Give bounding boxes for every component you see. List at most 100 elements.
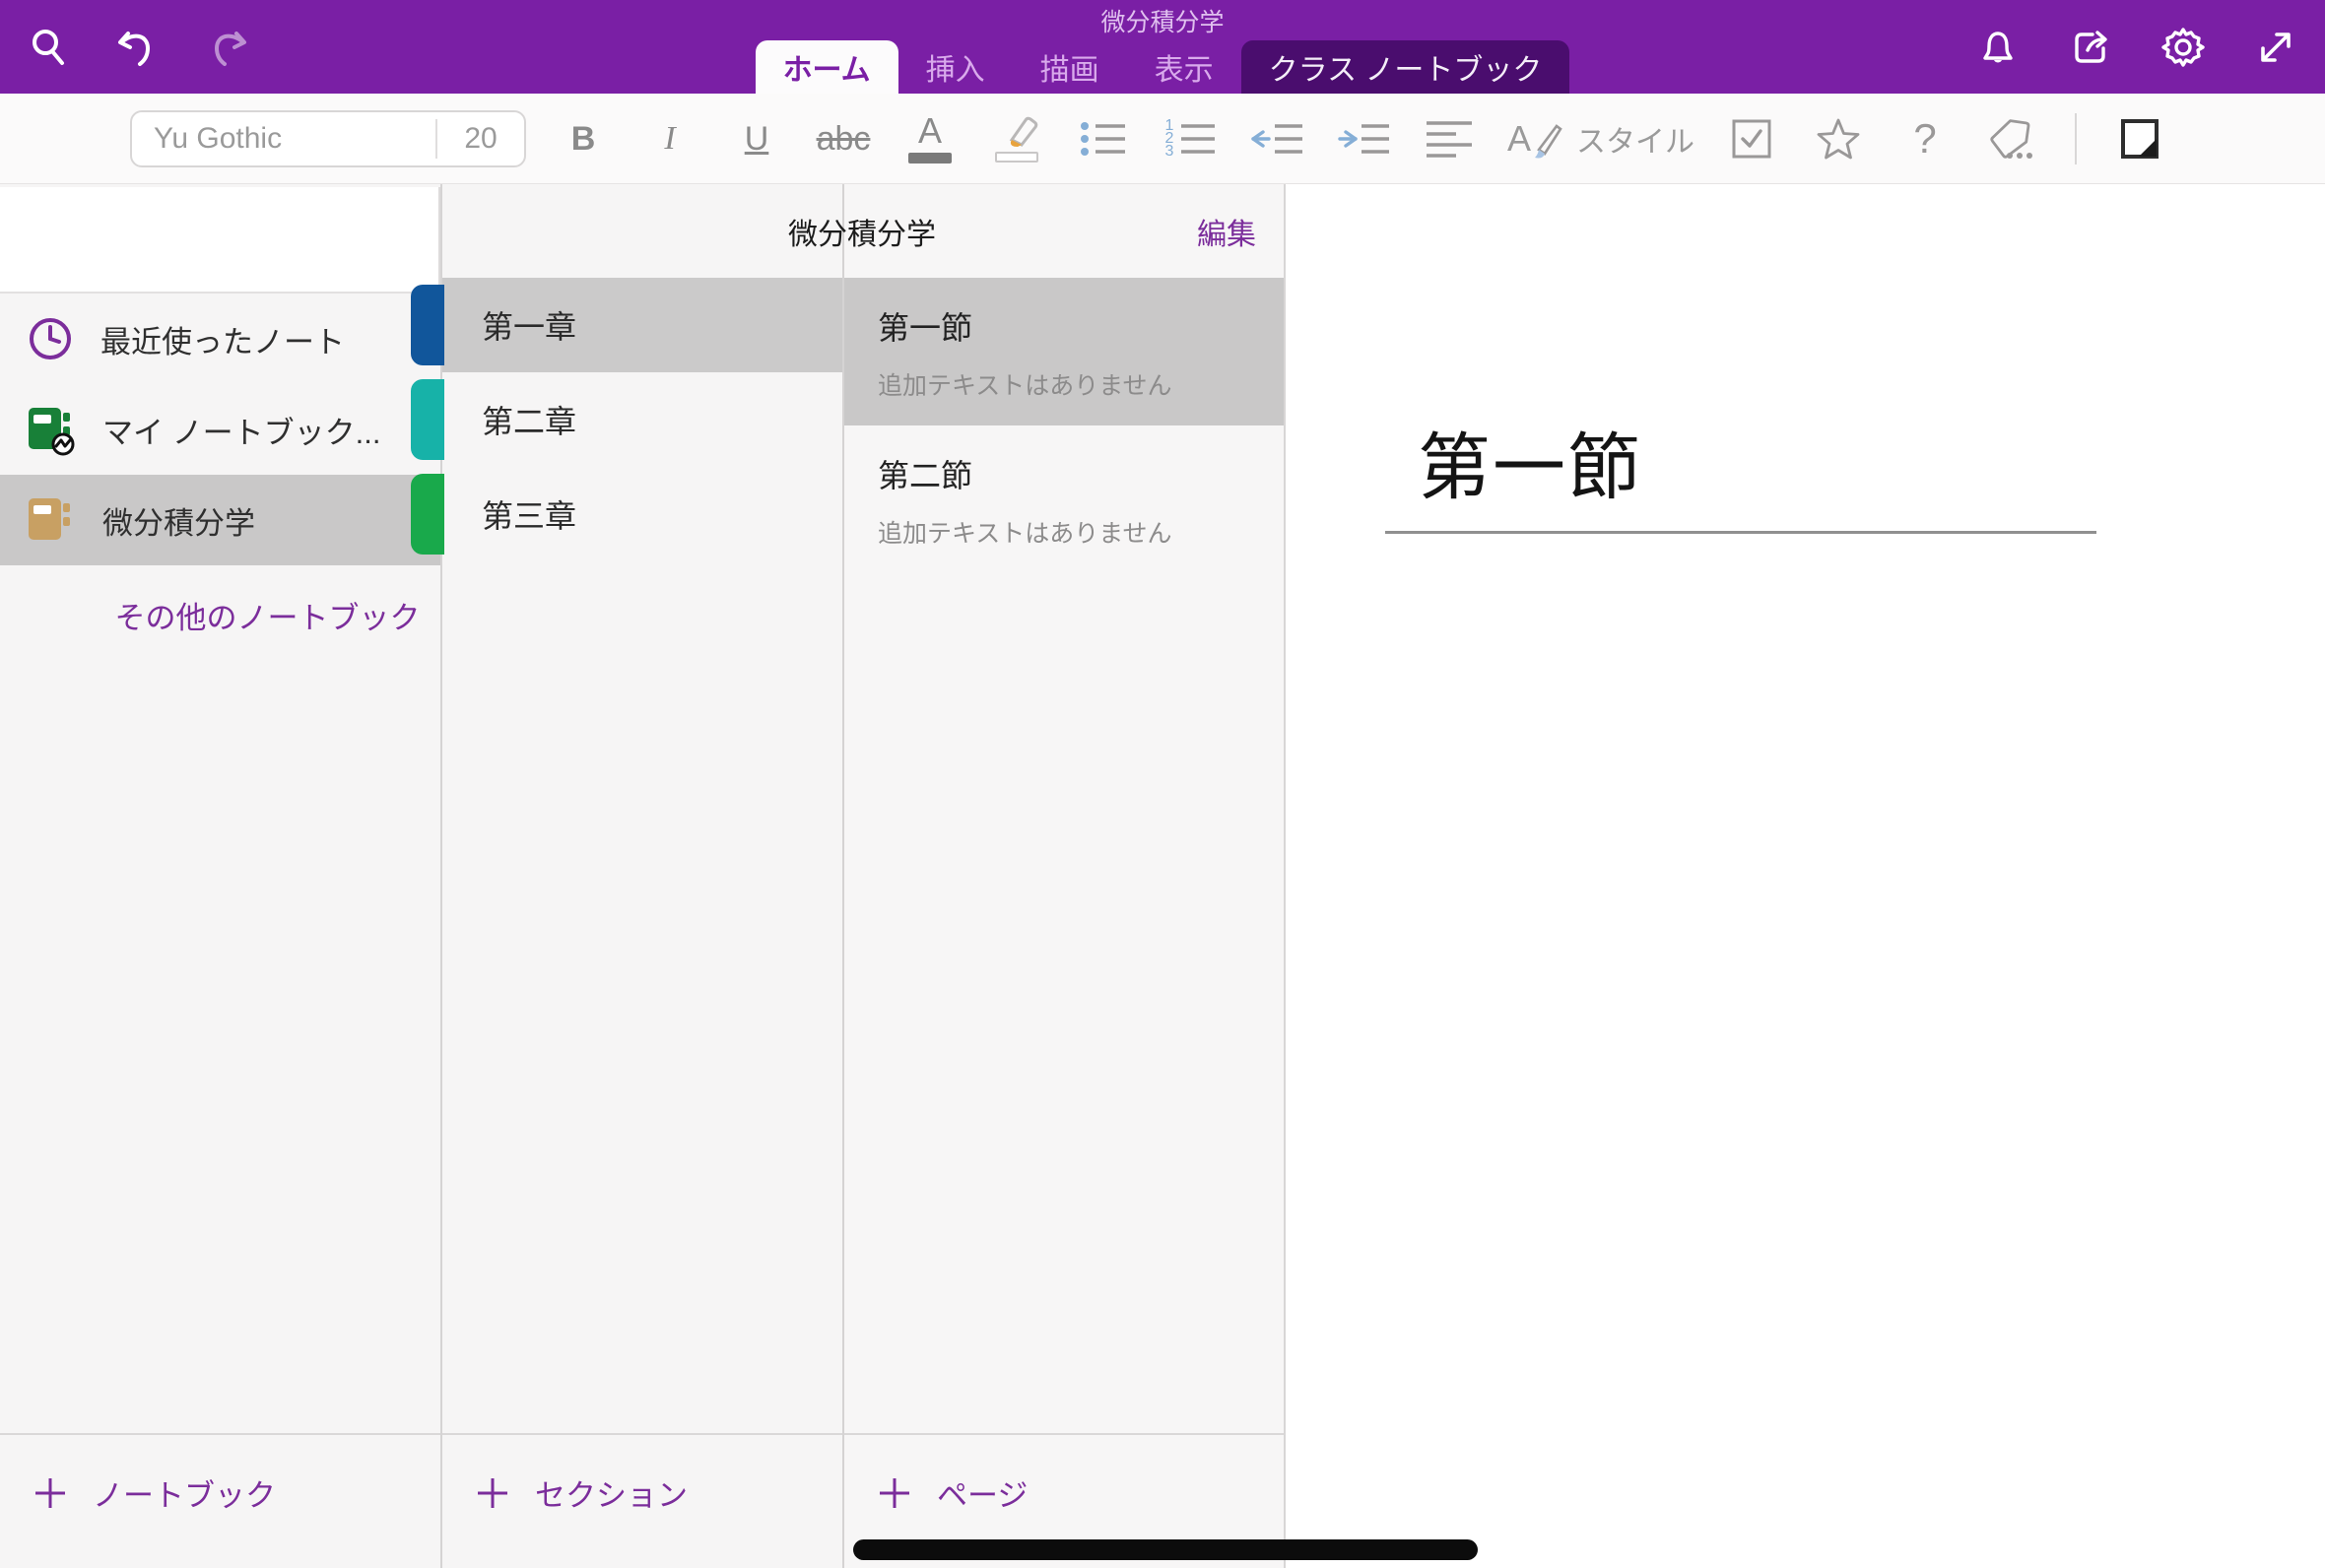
important-star-button[interactable] <box>1795 99 1882 178</box>
settings-button[interactable] <box>2158 22 2209 73</box>
underline-icon: U <box>745 122 769 156</box>
star-icon <box>1816 117 1861 161</box>
notebook-list: 最近使ったノート マイ ノートブック... 微分積分学 <box>0 294 440 565</box>
share-icon <box>2068 25 2113 70</box>
bullet-list-icon <box>1080 119 1127 159</box>
plus-icon <box>878 1476 911 1510</box>
strikethrough-button[interactable]: abc <box>800 99 887 178</box>
home-indicator-bar[interactable] <box>853 1539 1478 1560</box>
page-title: 第一節 <box>878 303 1284 349</box>
italic-button[interactable]: I <box>627 99 713 178</box>
tab-home[interactable]: ホーム <box>756 40 898 94</box>
section-item-chapter1[interactable]: 第一章 <box>442 278 842 372</box>
notifications-button[interactable] <box>1972 22 2024 73</box>
topbar-right-actions <box>1972 0 2301 94</box>
page-canvas-title[interactable]: 第一節 <box>1418 409 1642 514</box>
question-tag-button[interactable]: ? <box>1882 99 1968 178</box>
add-notebook-label: ノートブック <box>93 1470 276 1515</box>
font-color-swatch <box>908 153 952 163</box>
sidebar-item-label: 最近使ったノート <box>100 317 345 361</box>
section-list: 第一章 第二章 第三章 <box>442 278 842 561</box>
todo-checkbox-button[interactable] <box>1708 99 1795 178</box>
page-item-section1[interactable]: 第一節 追加テキストはありません <box>844 278 1284 425</box>
align-left-icon <box>1427 117 1474 161</box>
question-mark-icon: ? <box>1913 118 1936 160</box>
highlighter-icon <box>994 114 1039 150</box>
numbered-list-icon: 123 <box>1165 119 1216 159</box>
strikethrough-icon: abc <box>817 122 871 156</box>
highlight-swatch <box>995 152 1038 163</box>
outdent-icon <box>1249 118 1304 160</box>
add-page-button[interactable]: ページ <box>878 1470 1028 1515</box>
page-item-section2[interactable]: 第二節 追加テキストはありません <box>844 425 1284 573</box>
notebook-icon <box>26 493 77 547</box>
tab-class-notebook[interactable]: クラス ノートブック <box>1241 40 1570 94</box>
toolbar-divider <box>2075 113 2077 164</box>
formatting-toolbar: Yu Gothic 20 B I U abc A <box>0 94 2325 184</box>
page-canvas[interactable]: 第一節 <box>1284 184 2325 1568</box>
tab-insert[interactable]: 挿入 <box>898 40 1013 94</box>
font-color-button[interactable]: A <box>887 99 973 178</box>
add-section-label: セクション <box>535 1470 688 1515</box>
fullscreen-button[interactable] <box>2250 22 2301 73</box>
notebooks-pane-header <box>0 187 440 294</box>
notebooks-pane-footer: ノートブック <box>0 1433 440 1568</box>
top-app-bar: 微分積分学 ホーム 挿入 描画 表示 クラス ノ <box>0 0 2325 94</box>
plus-icon <box>33 1476 67 1510</box>
tab-view[interactable]: 表示 <box>1127 40 1241 94</box>
font-color-icon: A <box>918 113 942 149</box>
font-name-selector[interactable]: Yu Gothic <box>132 122 435 156</box>
tag-icon <box>1988 116 2035 162</box>
underline-button[interactable]: U <box>713 99 800 178</box>
indent-icon <box>1336 118 1391 160</box>
styles-brush-icon: A <box>1507 118 1564 160</box>
page-subtitle: 追加テキストはありません <box>878 366 1284 402</box>
bullet-list-button[interactable] <box>1060 99 1147 178</box>
tab-draw[interactable]: 描画 <box>1013 40 1127 94</box>
add-notebook-button[interactable]: ノートブック <box>33 1470 276 1515</box>
font-size-selector[interactable]: 20 <box>437 122 524 156</box>
pages-pane: 第一節 追加テキストはありません 第二節 追加テキストはありません ページ <box>842 184 1284 1568</box>
styles-label: スタイル <box>1576 117 1694 161</box>
share-button[interactable] <box>2065 22 2116 73</box>
edit-button[interactable]: 編集 <box>1197 210 1256 253</box>
main-layout: 最近使ったノート マイ ノートブック... 微分積分学 その他のノートブック <box>0 184 2325 1568</box>
sidebar-item-calculus-notebook[interactable]: 微分積分学 <box>0 475 440 565</box>
indent-button[interactable] <box>1320 99 1407 178</box>
page-corner-icon <box>2119 117 2160 161</box>
page-list: 第一節 追加テキストはありません 第二節 追加テキストはありません <box>844 278 1284 573</box>
section-item-chapter2[interactable]: 第二章 <box>442 372 842 467</box>
section-label: 第二章 <box>482 397 576 442</box>
section-label: 第三章 <box>482 491 576 537</box>
notebooks-pane: 最近使ったノート マイ ノートブック... 微分積分学 その他のノートブック <box>0 184 440 1568</box>
highlight-button[interactable] <box>973 99 1060 178</box>
sidebar-item-label: マイ ノートブック... <box>102 408 380 452</box>
page-subtitle: 追加テキストはありません <box>878 514 1284 550</box>
add-section-button[interactable]: セクション <box>476 1470 688 1515</box>
italic-icon: I <box>664 122 675 156</box>
sidebar-item-recent-notes[interactable]: 最近使ったノート <box>0 294 440 384</box>
navigation-header: 微分積分学 編集 <box>440 184 1284 278</box>
numbered-list-button[interactable]: 123 <box>1147 99 1233 178</box>
plus-icon <box>476 1476 509 1510</box>
page-title: 第二節 <box>878 451 1284 496</box>
expand-diagonal-icon <box>2253 25 2298 70</box>
sidebar-item-my-notebooks[interactable]: マイ ノートブック... <box>0 384 440 475</box>
notebook-title: 微分積分学 <box>440 210 1284 253</box>
styles-button[interactable]: A スタイル <box>1494 99 1708 178</box>
add-page-label: ページ <box>937 1470 1028 1515</box>
section-color-tab <box>411 379 444 460</box>
outdent-button[interactable] <box>1233 99 1320 178</box>
alignment-button[interactable] <box>1407 99 1494 178</box>
bell-icon <box>1975 25 2021 70</box>
title-underline <box>1385 531 2096 534</box>
notebook-sync-icon <box>26 403 77 456</box>
hide-navigation-button[interactable] <box>2096 99 2183 178</box>
more-notebooks-link[interactable]: その他のノートブック <box>95 593 440 637</box>
bold-icon: B <box>571 122 596 156</box>
tag-button[interactable] <box>1968 99 2055 178</box>
checkbox-icon <box>1731 118 1772 160</box>
section-item-chapter3[interactable]: 第三章 <box>442 467 842 561</box>
bold-button[interactable]: B <box>540 99 627 178</box>
gear-icon <box>2159 24 2207 71</box>
